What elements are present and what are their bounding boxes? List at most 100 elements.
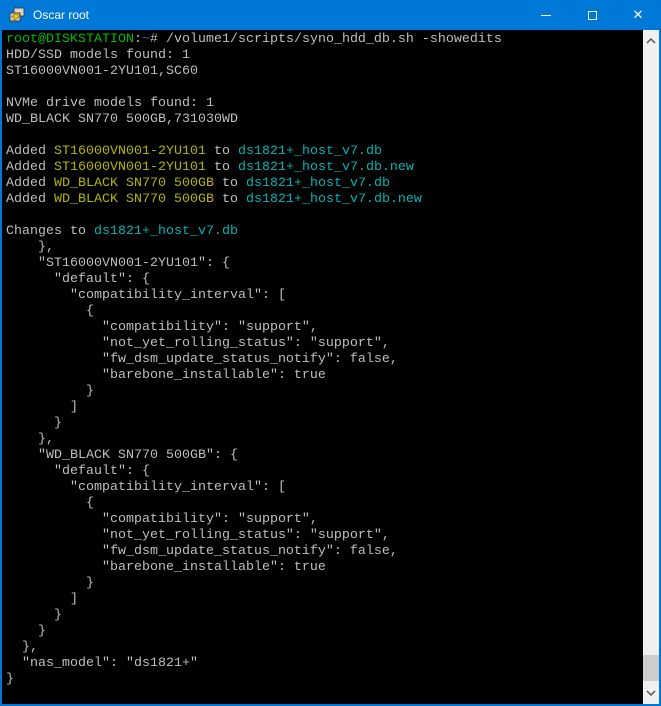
terminal-text-segment: ] xyxy=(6,592,78,607)
maximize-button[interactable] xyxy=(569,0,615,30)
terminal-text-segment: WD_BLACK SN770 500GB,731030WD xyxy=(6,112,238,127)
terminal-text-segment: # /volume1/scripts/syno_hdd_db.sh -showe… xyxy=(150,32,502,47)
terminal-text-segment: { xyxy=(6,496,94,511)
vertical-scrollbar[interactable] xyxy=(643,30,659,704)
terminal-line: Added WD_BLACK SN770 500GB to ds1821+_ho… xyxy=(6,192,643,208)
terminal-text-segment: } xyxy=(6,672,14,687)
terminal-text-segment: ds1821+_host_v7.db.new xyxy=(246,192,422,207)
terminal-line xyxy=(6,80,643,96)
terminal-text-segment: } xyxy=(6,608,62,623)
terminal-text-segment: ds1821+_host_v7.db xyxy=(246,176,390,191)
terminal-line: ] xyxy=(6,400,643,416)
terminal-line: "default": { xyxy=(6,464,643,480)
terminal-text-segment: "compatibility": "support", xyxy=(6,512,318,527)
terminal-text-segment: ds1821+_host_v7.db.new xyxy=(238,160,414,175)
terminal-text-segment: NVMe drive models found: 1 xyxy=(6,96,214,111)
terminal-text-segment: WD_BLACK SN770 500GB xyxy=(54,192,214,207)
terminal-line: HDD/SSD models found: 1 xyxy=(6,48,643,64)
terminal-line: "barebone_installable": true xyxy=(6,560,643,576)
terminal-line: }, xyxy=(6,432,643,448)
terminal-line: "default": { xyxy=(6,272,643,288)
terminal-text-segment: ~ xyxy=(142,32,150,47)
window-body: root@DISKSTATION:~# /volume1/scripts/syn… xyxy=(2,30,659,704)
window-title: Oscar root xyxy=(33,8,523,22)
terminal-text-segment: { xyxy=(6,304,94,319)
terminal-output[interactable]: root@DISKSTATION:~# /volume1/scripts/syn… xyxy=(2,30,643,704)
scrollbar-thumb[interactable] xyxy=(643,655,659,681)
terminal-text-segment: ST16000VN001-2YU101 xyxy=(54,160,206,175)
terminal-text-segment: "barebone_installable": true xyxy=(6,368,326,383)
close-button[interactable]: ✕ xyxy=(615,0,661,30)
terminal-line: "compatibility": "support", xyxy=(6,512,643,528)
terminal-line: "not_yet_rolling_status": "support", xyxy=(6,528,643,544)
terminal-text-segment: "WD_BLACK SN770 500GB": { xyxy=(6,448,238,463)
terminal-line: } xyxy=(6,416,643,432)
terminal-text-segment: Added xyxy=(6,192,54,207)
terminal-line: "not_yet_rolling_status": "support", xyxy=(6,336,643,352)
terminal-line: "fw_dsm_update_status_notify": false, xyxy=(6,544,643,560)
putty-app-icon xyxy=(9,7,25,23)
terminal-text-segment: "default": { xyxy=(6,272,150,287)
terminal-line: "ST16000VN001-2YU101": { xyxy=(6,256,643,272)
scrollbar-down-arrow[interactable] xyxy=(643,685,659,701)
terminal-text-segment: "barebone_installable": true xyxy=(6,560,326,575)
minimize-icon xyxy=(541,15,551,16)
terminal-text-segment: ST16000VN001-2YU101,SC60 xyxy=(6,64,198,79)
terminal-line: NVMe drive models found: 1 xyxy=(6,96,643,112)
terminal-text-segment: "nas_model": "ds1821+" xyxy=(6,656,198,671)
terminal-line: Added ST16000VN001-2YU101 to ds1821+_hos… xyxy=(6,144,643,160)
terminal-line: }, xyxy=(6,640,643,656)
terminal-text-segment: ST16000VN001-2YU101 xyxy=(54,144,206,159)
terminal-line: { xyxy=(6,496,643,512)
terminal-line: } xyxy=(6,576,643,592)
terminal-line: ST16000VN001-2YU101,SC60 xyxy=(6,64,643,80)
terminal-text-segment: ] xyxy=(6,400,78,415)
terminal-line: } xyxy=(6,384,643,400)
terminal-line: { xyxy=(6,304,643,320)
titlebar[interactable]: Oscar root ✕ xyxy=(0,0,661,30)
terminal-text-segment: } xyxy=(6,576,94,591)
terminal-line: "fw_dsm_update_status_notify": false, xyxy=(6,352,643,368)
terminal-line: } xyxy=(6,608,643,624)
terminal-line: "compatibility_interval": [ xyxy=(6,288,643,304)
terminal-line: "barebone_installable": true xyxy=(6,368,643,384)
terminal-text-segment: to xyxy=(214,192,246,207)
terminal-text-segment: to xyxy=(206,160,238,175)
terminal-text-segment: }, xyxy=(6,432,54,447)
terminal-text-segment: "fw_dsm_update_status_notify": false, xyxy=(6,352,398,367)
terminal-text-segment: } xyxy=(6,624,46,639)
terminal-text-segment: "fw_dsm_update_status_notify": false, xyxy=(6,544,398,559)
maximize-icon xyxy=(588,11,597,20)
terminal-text-segment: HDD/SSD models found: 1 xyxy=(6,48,190,63)
terminal-line: } xyxy=(6,672,643,688)
terminal-line xyxy=(6,128,643,144)
scrollbar-up-arrow[interactable] xyxy=(643,33,659,49)
terminal-text-segment: "compatibility_interval": [ xyxy=(6,480,286,495)
window-controls: ✕ xyxy=(523,0,661,30)
putty-window: Oscar root ✕ root@DISKSTATION:~# /volume… xyxy=(0,0,661,706)
terminal-line: "nas_model": "ds1821+" xyxy=(6,656,643,672)
terminal-line: "WD_BLACK SN770 500GB": { xyxy=(6,448,643,464)
terminal-line: Changes to ds1821+_host_v7.db xyxy=(6,224,643,240)
terminal-text-segment: }, xyxy=(6,240,54,255)
terminal-text-segment: } xyxy=(6,416,62,431)
terminal-text-segment: Added xyxy=(6,160,54,175)
terminal-text-segment: : xyxy=(134,32,142,47)
terminal-text-segment: Added xyxy=(6,176,54,191)
terminal-text-segment: to xyxy=(214,176,246,191)
terminal-text-segment: } xyxy=(6,384,94,399)
terminal-line: Added ST16000VN001-2YU101 to ds1821+_hos… xyxy=(6,160,643,176)
close-icon: ✕ xyxy=(633,9,644,22)
terminal-line: } xyxy=(6,624,643,640)
terminal-text-segment: Added xyxy=(6,144,54,159)
terminal-text-segment: "not_yet_rolling_status": "support", xyxy=(6,528,390,543)
terminal-line: }, xyxy=(6,240,643,256)
terminal-text-segment: WD_BLACK SN770 500GB xyxy=(54,176,214,191)
minimize-button[interactable] xyxy=(523,0,569,30)
terminal-text-segment: ds1821+_host_v7.db xyxy=(94,224,238,239)
terminal-text-segment: "not_yet_rolling_status": "support", xyxy=(6,336,390,351)
terminal-text-segment: ds1821+_host_v7.db xyxy=(238,144,382,159)
terminal-text-segment: to xyxy=(206,144,238,159)
terminal-text-segment: "compatibility_interval": [ xyxy=(6,288,286,303)
terminal-line: ] xyxy=(6,592,643,608)
